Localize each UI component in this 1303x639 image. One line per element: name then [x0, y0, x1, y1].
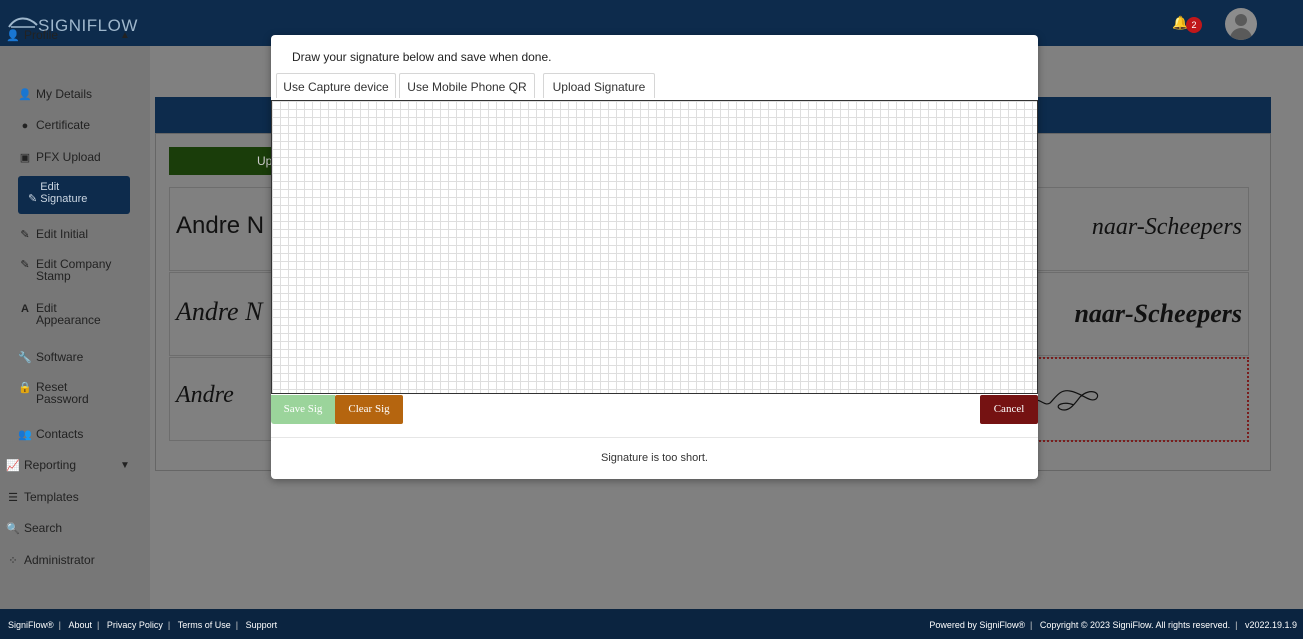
list-icon: ☰: [8, 492, 18, 504]
users-icon: 👥: [18, 429, 32, 441]
signature-preview-left: Andre: [176, 382, 234, 408]
signature-modal: Draw your signature below and save when …: [271, 35, 1038, 479]
font-icon: A: [21, 303, 29, 315]
sidebar-item-edit-initial[interactable]: ✎ Edit Initial: [18, 227, 130, 241]
sidebar-item-edit-company-stamp[interactable]: ✎ Edit Company Stamp: [18, 258, 130, 282]
avatar[interactable]: [1225, 8, 1257, 40]
footer-version: v2022.19.1.9: [1244, 620, 1297, 630]
signature-preview-left: Andre N: [176, 297, 263, 326]
footer-link-support[interactable]: Support: [246, 620, 278, 630]
signature-status-message: Signature is too short.: [600, 452, 708, 464]
handwritten-signature-icon: [1031, 390, 1099, 411]
footer-link-about[interactable]: About: [69, 620, 93, 630]
save-sig-button[interactable]: Save Sig: [271, 395, 335, 424]
certificate-icon: ●: [21, 120, 29, 132]
footer-link-privacy[interactable]: Privacy Policy: [107, 620, 163, 630]
signature-preview-right: naar-Scheepers: [1074, 299, 1242, 328]
user-icon: 👤: [6, 30, 20, 42]
chevron-down-icon: ▼: [120, 460, 130, 471]
sidebar-item-reset-password[interactable]: 🔒 Reset Password: [18, 381, 130, 405]
edit-icon: ✎: [20, 229, 30, 241]
selected-signature-box[interactable]: [1020, 357, 1249, 442]
sidebar-item-my-details[interactable]: 👤 My Details: [18, 87, 130, 101]
footer-powered-by: Powered by SigniFlow®: [929, 620, 1025, 630]
chevron-up-icon: ▲: [120, 30, 130, 41]
edit-icon: ✎: [28, 193, 41, 205]
sidebar-section-profile[interactable]: 👤 Profile ▲: [6, 28, 136, 42]
sidebar-item-edit-appearance[interactable]: A Edit Appearance: [18, 302, 130, 326]
user-icon: 👤: [18, 89, 32, 101]
signature-preview-right: naar-Scheepers: [1091, 214, 1242, 240]
tab-mobile-phone-qr[interactable]: Use Mobile Phone QR: [399, 73, 535, 98]
footer-copyright: Copyright © 2023 SigniFlow. All rights r…: [1039, 620, 1231, 630]
sidebar-item-contacts[interactable]: 👥 Contacts: [18, 427, 130, 441]
lock-icon: 🔒: [18, 382, 32, 394]
tab-capture-device[interactable]: Use Capture device: [276, 73, 396, 98]
file-icon: ▣: [19, 152, 31, 164]
notification-badge[interactable]: 2: [1186, 17, 1202, 33]
sidebar-section-search[interactable]: 🔍 Search: [6, 521, 156, 535]
signature-preview-left: Andre N: [176, 212, 265, 239]
modal-title: Draw your signature below and save when …: [292, 50, 552, 64]
modal-divider: [271, 437, 1038, 438]
bell-icon[interactable]: 🔔: [1172, 16, 1188, 30]
footer: SigniFlow® | About | Privacy Policy | Terms…: [0, 609, 1303, 639]
search-icon: 🔍: [6, 523, 20, 535]
edit-icon: ✎: [20, 259, 30, 271]
sidebar-item-software[interactable]: 🔧 Software: [18, 350, 130, 364]
sidebar-item-edit-signature[interactable]: ✎ Edit Signature: [18, 176, 130, 214]
sidebar-section-administrator[interactable]: ⁘ Administrator: [6, 553, 156, 567]
footer-link-signiflow[interactable]: SigniFlow®: [8, 620, 54, 630]
footer-link-terms[interactable]: Terms of Use: [178, 620, 231, 630]
cancel-button[interactable]: Cancel: [980, 395, 1038, 424]
upload-button[interactable]: Up: [169, 147, 279, 175]
sidebar-section-reporting[interactable]: 📈 Reporting ▼: [6, 458, 136, 472]
spinner-icon: ⁘: [8, 555, 18, 567]
sidebar-item-pfx-upload[interactable]: ▣ PFX Upload: [18, 150, 130, 164]
signature-drawing-canvas[interactable]: [271, 100, 1038, 394]
clear-sig-button[interactable]: Clear Sig: [335, 395, 403, 424]
sidebar-section-templates[interactable]: ☰ Templates: [6, 490, 156, 504]
chart-icon: 📈: [6, 460, 20, 472]
wrench-icon: 🔧: [18, 352, 32, 364]
tab-upload-signature[interactable]: Upload Signature: [543, 73, 655, 98]
sidebar-item-certificate[interactable]: ● Certificate: [18, 118, 130, 132]
